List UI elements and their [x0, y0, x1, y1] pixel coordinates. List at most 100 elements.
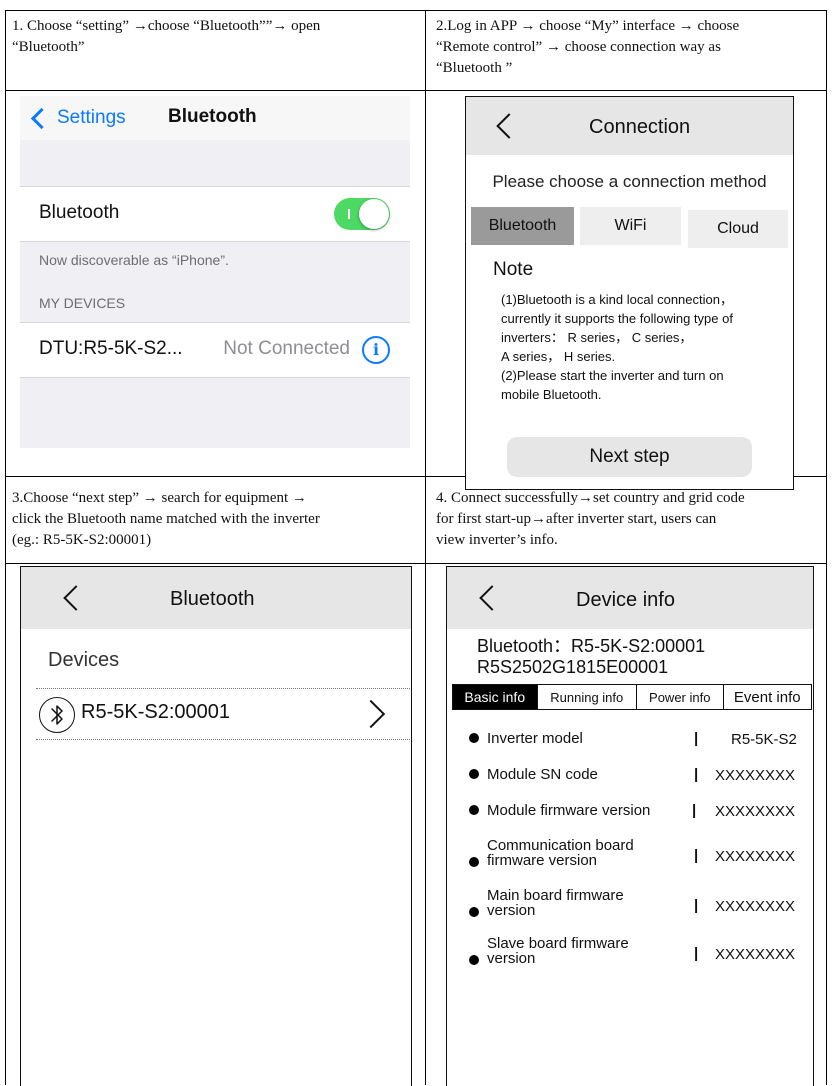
- back-arrow-icon[interactable]: [479, 585, 505, 611]
- back-arrow-icon[interactable]: [63, 585, 89, 611]
- info-value: XXXXXXXX: [715, 946, 796, 963]
- tab-event-info[interactable]: Event info: [724, 685, 812, 709]
- separator: |: [694, 766, 699, 783]
- chevron-left-icon: [30, 107, 53, 130]
- toggle-knob: [359, 199, 389, 229]
- bluetooth-toggle[interactable]: [334, 198, 390, 230]
- info-value: XXXXXXXX: [715, 898, 796, 915]
- bluetooth-devices-screen: Bluetooth Devices R5-5K-S2:00001: [20, 566, 412, 1086]
- tab-label: Running info: [550, 689, 624, 705]
- bullet-icon: [469, 955, 479, 965]
- bullet-icon: [469, 805, 479, 815]
- table-border-left: [5, 10, 6, 1085]
- chevron-right-icon[interactable]: [356, 699, 386, 729]
- tab-label: Basic info: [464, 689, 526, 705]
- step-1-caption: 1. Choose “setting” →choose “Bluetooth””…: [12, 16, 417, 58]
- info-label: Module firmware version: [487, 802, 651, 819]
- toggle-on-mark: [348, 209, 350, 219]
- device-info-screen: Device info Bluetooth：R5-5K-S2:00001 R5S…: [446, 566, 814, 1086]
- info-value: R5-5K-S2: [731, 731, 797, 748]
- step-3-caption: 3.Choose “next step” → search for equipm…: [12, 488, 417, 551]
- separator: |: [692, 802, 697, 819]
- caption-line: 1. Choose “setting” →choose “Bluetooth””…: [12, 18, 321, 34]
- bullet-icon: [469, 733, 479, 743]
- table-divider: [5, 90, 826, 91]
- next-step-label: Next step: [589, 446, 670, 467]
- info-row-module-firmware: Module firmware version | XXXXXXXX: [469, 799, 813, 823]
- caption-line: (eg.: R5-5K-S2:00001): [12, 532, 152, 548]
- table-border-right: [826, 10, 827, 1085]
- note-line: (2)Please start the inverter and turn on: [501, 368, 724, 383]
- info-label-line: Communication board: [487, 837, 634, 854]
- info-label-line: Main board firmware: [487, 887, 624, 904]
- tab-label: WiFi: [614, 217, 647, 234]
- tab-running-info[interactable]: Running info: [538, 685, 637, 709]
- device-row[interactable]: DTU:R5-5K-S2... Not Connected i: [20, 322, 410, 378]
- info-label: Main board firmware version: [487, 888, 624, 918]
- caption-line: 4. Connect successfully→set country and …: [436, 490, 745, 506]
- info-label-line: version: [487, 950, 536, 967]
- device-name[interactable]: R5-5K-S2:00001: [81, 701, 230, 724]
- info-row-module-sn: Module SN code | XXXXXXXX: [469, 763, 813, 787]
- bluetooth-name-line: Bluetooth：R5-5K-S2:00001: [477, 636, 706, 656]
- screen-title: Device info: [576, 589, 675, 611]
- info-icon[interactable]: i: [362, 336, 390, 364]
- caption-line: for first start-up→after inverter start,…: [436, 511, 717, 527]
- info-row-main-board: Main board firmware version | XXXXXXXX: [469, 885, 813, 925]
- info-row-communication-board: Communication board firmware version | X…: [469, 835, 813, 875]
- tab-power-info[interactable]: Power info: [637, 685, 724, 709]
- note-body: (1)Bluetooth is a kind local connection，…: [501, 290, 791, 404]
- tab-wifi[interactable]: WiFi: [580, 207, 681, 245]
- note-line: mobile Bluetooth.: [501, 387, 602, 402]
- section-header-my-devices: MY DEVICES: [39, 295, 126, 311]
- info-value: XXXXXXXX: [715, 848, 796, 865]
- separator: |: [694, 730, 699, 747]
- caption-line: click the Bluetooth name matched with th…: [12, 511, 320, 527]
- separator: |: [694, 897, 699, 914]
- tab-cloud[interactable]: Cloud: [688, 210, 788, 248]
- app-bar: Connection: [466, 97, 793, 155]
- caption-line: “Remote control” → choose connection way…: [436, 39, 721, 55]
- divider: [36, 739, 411, 740]
- separator: |: [694, 945, 699, 962]
- info-label-line: version: [487, 902, 536, 919]
- discoverable-text: Now discoverable as “iPhone”.: [39, 252, 229, 268]
- screen-title: Bluetooth: [170, 588, 255, 610]
- tab-label: Event info: [733, 688, 801, 706]
- tab-basic-info[interactable]: Basic info: [453, 685, 538, 709]
- info-value: XXXXXXXX: [715, 803, 796, 820]
- info-row-slave-board: Slave board firmware version | XXXXXXXX: [469, 933, 813, 973]
- tab-label: Cloud: [717, 220, 759, 237]
- info-tab-bar: Basic info Running info Power info Event…: [452, 684, 812, 710]
- devices-header: Devices: [48, 649, 120, 671]
- bluetooth-label: Bluetooth: [39, 202, 120, 223]
- bullet-icon: [469, 907, 479, 917]
- bullet-icon: [469, 769, 479, 779]
- table-divider: [5, 563, 826, 564]
- screen-title: Bluetooth: [168, 106, 257, 127]
- info-label: Slave board firmware version: [487, 936, 629, 966]
- back-to-settings-button[interactable]: Settings: [30, 104, 126, 132]
- back-label: Settings: [57, 107, 126, 128]
- back-arrow-icon[interactable]: [496, 113, 522, 139]
- device-name: DTU:R5-5K-S2...: [39, 338, 183, 359]
- connection-subtitle: Please choose a connection method: [492, 172, 767, 191]
- note-line: (1)Bluetooth is a kind local connection，: [501, 292, 733, 307]
- tab-label: Power info: [649, 689, 711, 705]
- screen-title: Connection: [589, 116, 691, 138]
- caption-line: “Bluetooth”: [12, 39, 85, 55]
- app-bar: Device info: [447, 567, 813, 629]
- device-status: Not Connected: [223, 338, 350, 359]
- tab-bluetooth[interactable]: Bluetooth: [471, 207, 574, 245]
- table-border-top: [5, 10, 826, 11]
- bluetooth-toggle-row: Bluetooth: [20, 186, 410, 242]
- info-value: XXXXXXXX: [715, 767, 796, 784]
- caption-line: “Bluetooth ”: [436, 60, 513, 76]
- caption-line: 3.Choose “next step” → search for equipm…: [12, 490, 307, 506]
- next-step-button[interactable]: Next step: [507, 437, 752, 477]
- caption-line: view inverter’s info.: [436, 532, 558, 548]
- tab-label: Bluetooth: [488, 217, 557, 234]
- table-column-divider: [425, 10, 426, 1085]
- note-line: currently it supports the following type…: [501, 311, 733, 326]
- divider: [36, 688, 411, 689]
